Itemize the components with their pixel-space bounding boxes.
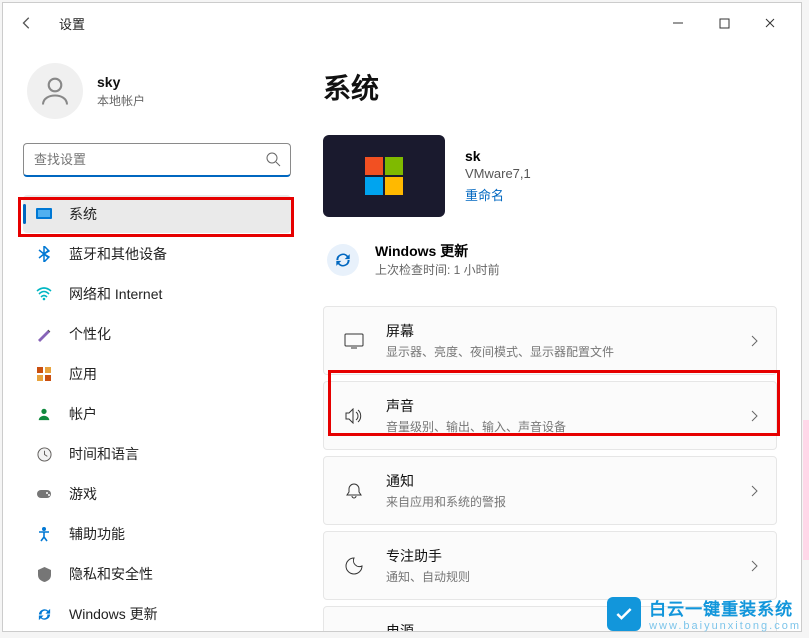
card-title: 声音 bbox=[386, 396, 730, 416]
privacy-icon bbox=[35, 565, 53, 583]
update-icon bbox=[35, 605, 53, 623]
sidebar-item-accounts[interactable]: 帐户 bbox=[23, 395, 291, 433]
watermark: 白云一键重装系统 www.baiyunxitong.com bbox=[607, 595, 801, 632]
page-title: 系统 bbox=[323, 67, 777, 107]
sidebar-item-gaming[interactable]: 游戏 bbox=[23, 475, 291, 513]
sidebar-item-time[interactable]: 时间和语言 bbox=[23, 435, 291, 473]
user-type: 本地帐户 bbox=[97, 92, 145, 109]
personalize-icon bbox=[35, 325, 53, 343]
sidebar: sky 本地帐户 系统蓝牙和其他设备网络和 Internet 个性化应用帐户时间和… bbox=[3, 43, 303, 631]
sidebar-item-apps[interactable]: 应用 bbox=[23, 355, 291, 393]
close-button[interactable] bbox=[747, 7, 793, 39]
card-notify[interactable]: 通知来自应用和系统的警报 bbox=[323, 456, 777, 525]
card-subtitle: 来自应用和系统的警报 bbox=[386, 493, 730, 510]
nav-list: 系统蓝牙和其他设备网络和 Internet 个性化应用帐户时间和语言游戏辅助功能隐… bbox=[23, 195, 291, 631]
avatar bbox=[27, 63, 83, 119]
watermark-badge-icon bbox=[607, 597, 641, 631]
card-title: 通知 bbox=[386, 471, 730, 491]
sidebar-item-network[interactable]: 网络和 Internet bbox=[23, 275, 291, 313]
search-icon bbox=[265, 151, 281, 167]
sidebar-item-bluetooth[interactable]: 蓝牙和其他设备 bbox=[23, 235, 291, 273]
back-button[interactable] bbox=[11, 7, 43, 39]
update-subtitle: 上次检查时间: 1 小时前 bbox=[375, 261, 500, 278]
sidebar-item-system[interactable]: 系统 bbox=[23, 195, 291, 233]
sidebar-item-privacy[interactable]: 隐私和安全性 bbox=[23, 555, 291, 593]
apps-icon bbox=[35, 365, 53, 383]
edge-decoration bbox=[803, 420, 809, 560]
watermark-title: 白云一键重装系统 bbox=[649, 595, 801, 620]
card-subtitle: 通知、自动规则 bbox=[386, 568, 730, 585]
sidebar-item-label: 辅助功能 bbox=[69, 524, 125, 544]
sidebar-item-label: 时间和语言 bbox=[69, 444, 139, 464]
windows-update-row[interactable]: Windows 更新 上次检查时间: 1 小时前 bbox=[323, 241, 777, 278]
network-icon bbox=[35, 285, 53, 303]
sidebar-item-label: 帐户 bbox=[69, 404, 97, 424]
display-icon bbox=[342, 333, 366, 349]
main-panel: 系统 sk VMware7,1 重命名 Windows 更新 上次检查时间: 1… bbox=[303, 43, 801, 631]
update-title: Windows 更新 bbox=[375, 241, 500, 261]
device-name: sk bbox=[465, 148, 531, 164]
sidebar-item-label: 个性化 bbox=[69, 324, 111, 344]
sidebar-item-label: 系统 bbox=[69, 204, 97, 224]
card-sound[interactable]: 声音音量级别、输出、输入、声音设备 bbox=[323, 381, 777, 450]
sidebar-item-label: 隐私和安全性 bbox=[69, 564, 153, 584]
titlebar: 设置 bbox=[3, 3, 801, 43]
accounts-icon bbox=[35, 405, 53, 423]
chevron-right-icon bbox=[750, 485, 758, 497]
card-display[interactable]: 屏幕显示器、亮度、夜间模式、显示器配置文件 bbox=[323, 306, 777, 375]
device-thumbnail bbox=[323, 135, 445, 217]
update-sync-icon bbox=[327, 244, 359, 276]
search-box bbox=[23, 143, 291, 177]
watermark-url: www.baiyunxitong.com bbox=[649, 620, 801, 632]
system-icon bbox=[35, 205, 53, 223]
card-focus[interactable]: 专注助手通知、自动规则 bbox=[323, 531, 777, 600]
accessibility-icon bbox=[35, 525, 53, 543]
gaming-icon bbox=[35, 485, 53, 503]
sidebar-item-accessibility[interactable]: 辅助功能 bbox=[23, 515, 291, 553]
time-icon bbox=[35, 445, 53, 463]
card-subtitle: 显示器、亮度、夜间模式、显示器配置文件 bbox=[386, 343, 730, 360]
notify-icon bbox=[342, 482, 366, 500]
card-title: 屏幕 bbox=[386, 321, 730, 341]
device-model: VMware7,1 bbox=[465, 166, 531, 181]
chevron-right-icon bbox=[750, 335, 758, 347]
device-block: sk VMware7,1 重命名 bbox=[323, 135, 777, 217]
windows-logo-icon bbox=[365, 157, 403, 195]
minimize-button[interactable] bbox=[655, 7, 701, 39]
maximize-button[interactable] bbox=[701, 7, 747, 39]
sidebar-item-personalize[interactable]: 个性化 bbox=[23, 315, 291, 353]
focus-icon bbox=[342, 557, 366, 575]
user-name: sky bbox=[97, 74, 145, 90]
sidebar-item-update[interactable]: Windows 更新 bbox=[23, 595, 291, 631]
window-title: 设置 bbox=[59, 14, 85, 33]
sidebar-item-label: 游戏 bbox=[69, 484, 97, 504]
bluetooth-icon bbox=[35, 245, 53, 263]
chevron-right-icon bbox=[750, 410, 758, 422]
user-block[interactable]: sky 本地帐户 bbox=[23, 63, 291, 119]
sidebar-item-label: 应用 bbox=[69, 364, 97, 384]
card-title: 专注助手 bbox=[386, 546, 730, 566]
card-subtitle: 音量级别、输出、输入、声音设备 bbox=[386, 418, 730, 435]
sidebar-item-label: Windows 更新 bbox=[69, 604, 158, 624]
sidebar-item-label: 蓝牙和其他设备 bbox=[69, 244, 167, 264]
chevron-right-icon bbox=[750, 560, 758, 572]
search-input[interactable] bbox=[23, 143, 291, 177]
sound-icon bbox=[342, 408, 366, 424]
rename-link[interactable]: 重命名 bbox=[465, 185, 504, 204]
sidebar-item-label: 网络和 Internet bbox=[69, 284, 162, 304]
